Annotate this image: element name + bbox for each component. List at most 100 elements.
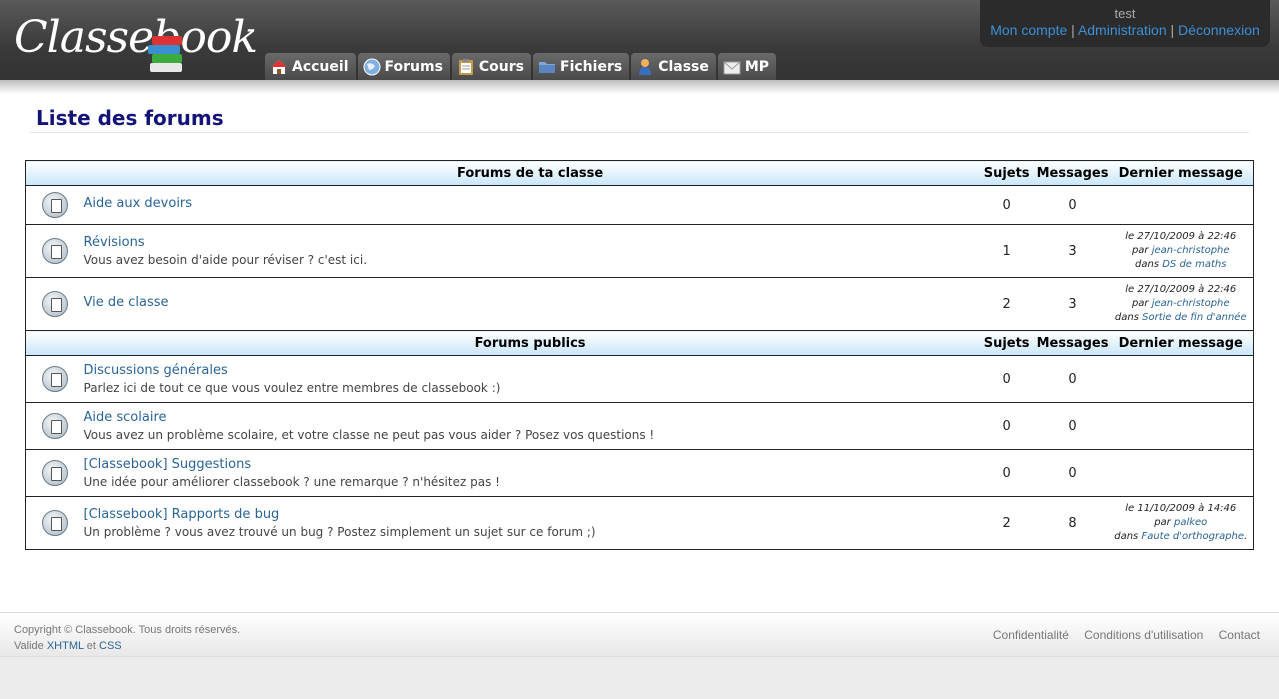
forum-row: [Classebook] Suggestions Une idée pour am… <box>25 449 1254 497</box>
last-message-cell <box>1108 355 1254 403</box>
section-header-row: Forums publics Sujets Messages Dernier mess… <box>25 330 1254 356</box>
copyright-block: Copyright © Classebook. Tous droits rése… <box>14 622 240 654</box>
section-heading: Forums publics <box>83 330 977 356</box>
books-icon <box>146 36 188 72</box>
messages-column-header: Messages <box>1036 330 1109 356</box>
footer-links: Confidentialité Conditions d'utilisation… <box>981 628 1260 642</box>
last-message-column-header: Dernier message <box>1108 330 1254 356</box>
folder-icon <box>538 58 556 76</box>
forum-name-link[interactable]: Aide scolaire <box>84 410 977 425</box>
validity-line: Valide XHTML et CSS <box>14 640 122 652</box>
forum-row: Aide aux devoirs 0 0 <box>25 185 1254 225</box>
privacy-link[interactable]: Confidentialité <box>993 628 1069 642</box>
forum-name-link[interactable]: Discussions générales <box>84 363 977 378</box>
css-link[interactable]: CSS <box>99 640 122 652</box>
main-content: Liste des forums Forums de ta classe Suje… <box>0 94 1279 612</box>
forum-read-icon <box>41 192 68 218</box>
tab-mp[interactable]: MP <box>717 53 777 80</box>
forum-name-link[interactable]: Aide aux devoirs <box>84 196 977 211</box>
forums-table: Forums de ta classe Sujets Messages Dernier… <box>25 160 1254 550</box>
user-box: test Mon compte | Administration | Décon… <box>980 0 1270 47</box>
title-divider <box>30 132 1249 133</box>
home-icon <box>270 58 288 76</box>
forum-description: Un problème ? vous avez trouvé un bug ? … <box>83 525 596 539</box>
forum-row: [Classebook] Rapports de bug Un problème … <box>25 496 1254 550</box>
last-message-column-header: Dernier message <box>1108 160 1254 186</box>
header-shadow <box>0 80 1279 94</box>
contact-link[interactable]: Contact <box>1219 628 1260 642</box>
last-message-topic-link[interactable]: Sortie de fin d'année <box>1142 312 1246 323</box>
subjects-count: 0 <box>976 402 1037 450</box>
last-message-cell: le 27/10/2009 à 22:46 par jean-christophe… <box>1108 277 1254 331</box>
xhtml-link[interactable]: XHTML <box>47 640 84 652</box>
my-account-link[interactable]: Mon compte <box>990 22 1067 38</box>
last-message-topic-link[interactable]: DS de maths <box>1162 259 1226 270</box>
messages-count: 0 <box>1036 402 1109 450</box>
page-title: Liste des forums <box>36 106 224 130</box>
forum-read-icon <box>41 510 68 536</box>
forum-row: Vie de classe 2 3 le 27/10/2009 à 22:46 par … <box>25 277 1254 331</box>
forum-read-icon <box>41 460 68 486</box>
forum-read-icon <box>41 366 68 392</box>
messages-count: 0 <box>1036 355 1109 403</box>
person-icon <box>636 58 654 76</box>
terms-link[interactable]: Conditions d'utilisation <box>1084 628 1203 642</box>
main-nav: Accueil Forums Cours Fichiers Classe MP <box>265 53 777 80</box>
last-message-topic-link[interactable]: Faute d'orthographe <box>1141 531 1244 542</box>
last-message-date: le 27/10/2009 à 22:46 <box>1125 284 1237 295</box>
logo-text: Classebook <box>14 12 258 63</box>
administration-link[interactable]: Administration <box>1078 22 1167 38</box>
username: test <box>1114 6 1136 21</box>
last-message-author-link[interactable]: jean-christophe <box>1152 245 1230 256</box>
tab-cours[interactable]: Cours <box>451 53 532 80</box>
forum-read-icon <box>41 413 68 439</box>
forum-name-link[interactable]: Vie de classe <box>84 295 977 310</box>
user-links: Mon compte | Administration | Déconnexio… <box>990 22 1260 38</box>
subjects-count: 0 <box>976 449 1037 497</box>
footer: Copyright © Classebook. Tous droits rése… <box>0 612 1279 657</box>
logout-link[interactable]: Déconnexion <box>1178 22 1260 38</box>
last-message-cell: le 27/10/2009 à 22:46 par jean-christophe… <box>1108 224 1254 278</box>
subjects-column-header: Sujets <box>976 330 1037 356</box>
last-message-cell <box>1108 402 1254 450</box>
forum-read-icon <box>41 291 68 317</box>
last-message-author-link[interactable]: palkeo <box>1174 517 1207 528</box>
forum-read-icon <box>41 238 68 264</box>
tab-classe[interactable]: Classe <box>631 53 716 80</box>
subjects-count: 2 <box>976 277 1037 331</box>
globe-icon <box>363 58 381 76</box>
forum-name-link[interactable]: [Classebook] Suggestions <box>84 457 977 472</box>
section-heading: Forums de ta classe <box>83 160 977 186</box>
header: Classebook Accueil Forums Cours Fichiers… <box>0 0 1279 80</box>
messages-count: 8 <box>1036 496 1109 550</box>
classebook-logo[interactable]: Classebook <box>14 8 258 74</box>
messages-count: 3 <box>1036 224 1109 278</box>
subjects-count: 0 <box>976 185 1037 225</box>
subjects-count: 0 <box>976 355 1037 403</box>
messages-count: 0 <box>1036 185 1109 225</box>
forum-row: Aide scolaire Vous avez un problème scola… <box>25 402 1254 450</box>
forum-description: Une idée pour améliorer classebook ? une… <box>83 475 500 489</box>
envelope-icon <box>723 58 741 76</box>
last-message-cell <box>1108 185 1254 225</box>
forum-description: Vous avez un problème scolaire, et votre… <box>83 428 655 442</box>
forum-description: Parlez ici de tout ce que vous voulez en… <box>83 381 501 395</box>
tab-accueil[interactable]: Accueil <box>265 53 356 80</box>
tab-fichiers[interactable]: Fichiers <box>533 53 630 80</box>
subjects-count: 2 <box>976 496 1037 550</box>
subjects-count: 1 <box>976 224 1037 278</box>
tab-forums[interactable]: Forums <box>357 53 450 80</box>
forum-description: Vous avez besoin d'aide pour réviser ? c… <box>83 253 368 267</box>
last-message-date: le 11/10/2009 à 14:46 <box>1125 503 1237 514</box>
messages-column-header: Messages <box>1036 160 1109 186</box>
last-message-cell: le 11/10/2009 à 14:46 par palkeo dans Faut… <box>1108 496 1254 550</box>
forum-name-link[interactable]: [Classebook] Rapports de bug <box>84 507 977 522</box>
forum-row: Discussions générales Parlez ici de tout … <box>25 355 1254 403</box>
clipboard-icon <box>457 58 475 76</box>
copyright-text: Copyright © Classebook. Tous droits rése… <box>14 624 241 636</box>
subjects-column-header: Sujets <box>976 160 1037 186</box>
section-header-row: Forums de ta classe Sujets Messages Dernier… <box>25 160 1254 186</box>
forum-name-link[interactable]: Révisions <box>84 235 977 250</box>
messages-count: 0 <box>1036 449 1109 497</box>
last-message-author-link[interactable]: jean-christophe <box>1152 298 1230 309</box>
